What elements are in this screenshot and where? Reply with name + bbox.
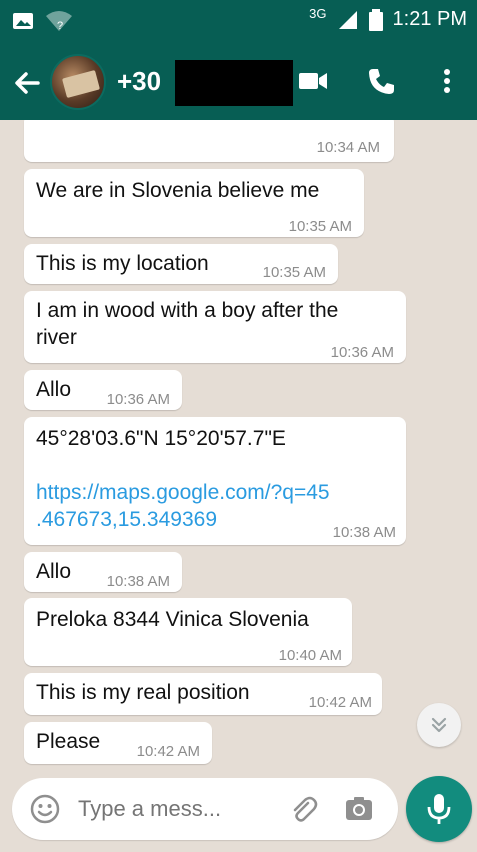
- message-time: 10:36 AM: [106, 391, 170, 408]
- status-time: 1:21 PM: [392, 8, 467, 30]
- message-bubble[interactable]: Please 10:42 AM: [24, 722, 212, 764]
- message-bubble[interactable]: This is my location 10:35 AM: [24, 244, 338, 284]
- message-text: Preloka 8344 Vinica Slovenia: [36, 608, 309, 631]
- message-time: 10:35 AM: [288, 218, 352, 235]
- message-text: This is my location: [36, 252, 209, 275]
- emoji-icon[interactable]: [30, 794, 60, 824]
- gallery-notification-icon: [13, 13, 33, 29]
- message-text: 45°28'03.6"N 15°20'57.7"E: [36, 427, 286, 450]
- arrow-left-icon[interactable]: [10, 66, 44, 100]
- more-vertical-icon[interactable]: [430, 64, 464, 98]
- message-time: 10:38 AM: [332, 524, 396, 541]
- phone-icon[interactable]: [364, 64, 398, 98]
- voice-record-button[interactable]: [406, 776, 472, 842]
- message-time: 10:40 AM: [278, 647, 342, 664]
- avatar-image: [61, 69, 101, 99]
- status-bar: ? 3G 1:21 PM: [0, 0, 477, 44]
- message-time: 10:42 AM: [308, 694, 372, 711]
- paperclip-icon[interactable]: [288, 794, 318, 824]
- message-bubble[interactable]: 45°28'03.6"N 15°20'57.7"E https://maps.g…: [24, 417, 406, 545]
- video-camera-icon[interactable]: [296, 64, 330, 98]
- message-time: 10:38 AM: [106, 573, 170, 590]
- redacted-number: [175, 60, 293, 106]
- message-time: 10:42 AM: [136, 743, 200, 760]
- message-bubble[interactable]: Preloka 8344 Vinica Slovenia 10:40 AM: [24, 598, 352, 666]
- message-bubble[interactable]: Allo 10:38 AM: [24, 552, 182, 592]
- wifi-question-icon: ?: [46, 11, 72, 32]
- contact-name[interactable]: +30: [117, 66, 161, 97]
- microphone-icon: [427, 794, 451, 824]
- message-bubble[interactable]: 10:34 AM: [24, 120, 394, 162]
- message-time: 10:34 AM: [316, 139, 380, 156]
- message-composer: [12, 778, 398, 840]
- camera-icon[interactable]: [344, 794, 374, 824]
- message-text: We are in Slovenia believe me: [36, 179, 320, 202]
- message-text: This is my real position: [36, 681, 250, 704]
- status-left: ?: [12, 10, 74, 32]
- signal-icon: [338, 10, 357, 29]
- network-type: 3G: [309, 6, 327, 21]
- message-text: Please: [36, 730, 101, 753]
- message-bubble[interactable]: This is my real position 10:42 AM: [24, 673, 382, 715]
- battery-icon: [368, 8, 383, 31]
- svg-text:?: ?: [57, 20, 63, 32]
- message-time: 10:36 AM: [330, 344, 394, 361]
- message-text: Allo: [36, 378, 72, 401]
- chevron-double-down-icon: [431, 717, 447, 733]
- message-input[interactable]: [78, 795, 268, 823]
- message-text: Allo: [36, 560, 72, 583]
- avatar[interactable]: [50, 54, 106, 110]
- message-bubble[interactable]: We are in Slovenia believe me 10:35 AM: [24, 169, 364, 237]
- message-list[interactable]: 10:34 AM We are in Slovenia believe me 1…: [0, 120, 477, 768]
- message-bubble[interactable]: Allo 10:36 AM: [24, 370, 182, 410]
- message-time: 10:35 AM: [262, 264, 326, 281]
- scroll-to-bottom-button[interactable]: [417, 703, 461, 747]
- message-bubble[interactable]: I am in wood with a boy after the river …: [24, 291, 406, 363]
- status-right: 3G 1:21 PM: [309, 6, 467, 31]
- chat-header: +30: [0, 44, 477, 120]
